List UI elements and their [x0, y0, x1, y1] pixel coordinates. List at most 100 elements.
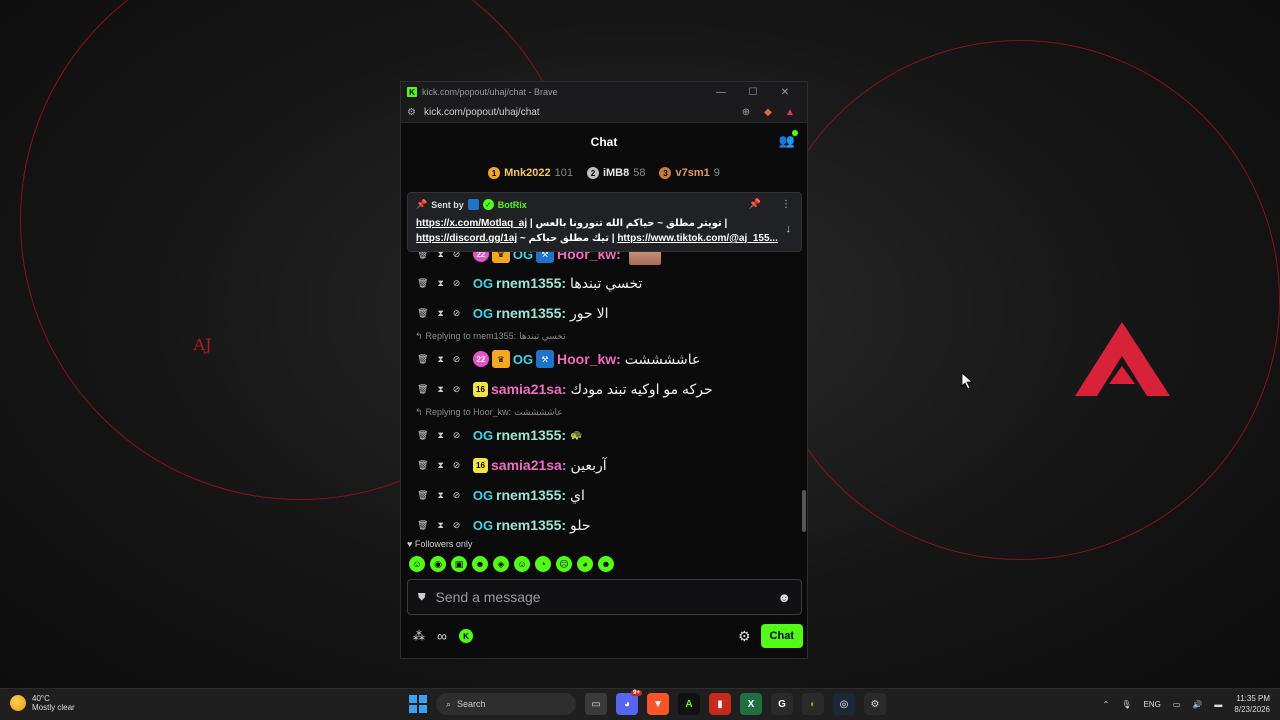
chat-message: 🗑 ⧗ ⊘ 16 samia21sa: آربعين	[401, 450, 801, 480]
brave-rewards-icon[interactable]: ▲	[779, 107, 801, 118]
leaderboard-item[interactable]: 2 iMB8 58	[586, 167, 645, 179]
url-text[interactable]: kick.com/popout/uhaj/chat	[424, 107, 735, 118]
timeout-icon[interactable]: ⧗	[437, 278, 443, 289]
language-indicator[interactable]: ENG	[1144, 700, 1161, 709]
timeout-icon[interactable]: ⧗	[437, 460, 443, 471]
emote-button[interactable]: ☻	[472, 556, 488, 572]
kick-coin-icon[interactable]: K	[458, 629, 473, 643]
timeout-icon[interactable]: ⧗	[437, 430, 443, 441]
clock[interactable]: 11:35 PM 8/23/2026	[1234, 693, 1270, 715]
username[interactable]: rnem1355:	[496, 275, 566, 291]
emote-button[interactable]: ☺	[514, 556, 530, 572]
username[interactable]: rnem1355:	[496, 427, 566, 443]
timeout-icon[interactable]: ⧗	[437, 520, 443, 531]
site-settings-icon[interactable]: ⚙	[407, 107, 416, 118]
ban-icon[interactable]: ⊘	[453, 460, 461, 471]
emote-button[interactable]: ☻	[598, 556, 614, 572]
microphone-icon[interactable]: 🎙	[1121, 700, 1131, 709]
nvidia-icon[interactable]: ◐	[802, 693, 824, 715]
ban-icon[interactable]: ⊘	[453, 278, 461, 289]
send-chat-button[interactable]: Chat	[760, 624, 803, 648]
username[interactable]: rnem1355:	[496, 487, 566, 503]
pinned-link-discord[interactable]: https://discord.gg/1aj	[416, 233, 517, 244]
delete-icon[interactable]: 🗑	[417, 430, 428, 441]
app-icon-g[interactable]: G	[771, 693, 793, 715]
zoom-icon[interactable]: ⊕	[735, 107, 757, 118]
steam-icon[interactable]: ◎	[833, 693, 855, 715]
delete-icon[interactable]: 🗑	[417, 520, 428, 531]
emoji-picker-icon[interactable]: ☻	[777, 590, 791, 605]
message-input[interactable]	[435, 589, 778, 605]
leaderboard-item[interactable]: 1 Mnk2022 101	[488, 167, 573, 179]
app-icon-red[interactable]: ▮	[709, 693, 731, 715]
chat-settings-icon[interactable]: ⚙	[738, 628, 751, 645]
ban-icon[interactable]: ⊘	[453, 430, 461, 441]
chat-message-list[interactable]: 🗑 ⧗ ⊘ 22 ♛ OG ⚒ Hoor_kw: 🗑 ⧗ ⊘ OG rnem1355: …	[401, 242, 801, 534]
pinned-sender[interactable]: BotRix	[498, 200, 527, 210]
delete-icon[interactable]: 🗑	[417, 308, 428, 319]
ban-icon[interactable]: ⊘	[453, 308, 461, 319]
emote-button[interactable]: ◕	[577, 556, 593, 572]
excel-icon[interactable]: X	[740, 693, 762, 715]
emote-button[interactable]: ◉	[430, 556, 446, 572]
chat-scrollbar[interactable]	[802, 490, 806, 532]
kick-points-icon[interactable]: ⁂	[413, 629, 425, 643]
delete-icon[interactable]: 🗑	[417, 354, 428, 365]
delete-icon[interactable]: 🗑	[417, 460, 428, 471]
message-input-box[interactable]: ⛊ ☻	[407, 579, 802, 615]
timeout-icon[interactable]: ⧗	[437, 354, 443, 365]
sub-age-badge: 16	[473, 381, 488, 397]
pinned-link-x[interactable]: https://x.com/Motlaq_aj	[416, 218, 527, 229]
weather-widget[interactable]: 40°C Mostly clear	[10, 694, 75, 712]
more-options-icon[interactable]: ⋮	[781, 199, 791, 210]
bot-badge-icon	[467, 199, 479, 210]
brave-icon[interactable]: ▼	[647, 693, 669, 715]
emote-button[interactable]: ◈	[493, 556, 509, 572]
volume-icon[interactable]: 🔊	[1192, 700, 1202, 709]
chat-users-icon[interactable]: 👥	[779, 130, 798, 149]
shield-icon[interactable]: ⛊	[418, 592, 426, 603]
username[interactable]: rnem1355:	[496, 517, 566, 533]
emote-button[interactable]: ☹	[556, 556, 572, 572]
close-button[interactable]: ✕	[769, 87, 801, 98]
ban-icon[interactable]: ⊘	[453, 384, 461, 395]
username[interactable]: rnem1355:	[496, 305, 566, 321]
ban-icon[interactable]: ⊘	[453, 490, 461, 501]
taskbar-search[interactable]: ⌕ Search	[436, 693, 576, 715]
delete-icon[interactable]: 🗑	[417, 384, 428, 395]
username[interactable]: samia21sa:	[491, 457, 567, 473]
username[interactable]: samia21sa:	[491, 381, 567, 397]
timeout-icon[interactable]: ⧗	[437, 308, 443, 319]
username[interactable]: Hoor_kw:	[557, 351, 621, 367]
chat-message: 🗑 ⧗ ⊘ 16 samia21sa: حركه مو اوكيه تبند مود…	[401, 374, 801, 404]
delete-icon[interactable]: 🗑	[417, 490, 428, 501]
brave-shield-icon[interactable]: ◆	[757, 107, 779, 118]
emote-button[interactable]: ▣	[451, 556, 467, 572]
window-titlebar: K kick.com/popout/uhaj/chat - Brave — ☐ …	[401, 82, 807, 102]
app-icon-a[interactable]: A	[678, 693, 700, 715]
reply-context[interactable]: ↰ Replying to Hoor_kw: عاششششت	[401, 404, 801, 420]
temperature: 40°C	[32, 694, 50, 703]
reply-context[interactable]: ↰ Replying to rnem1355: تخسي تبندها	[401, 328, 801, 344]
chevron-up-icon[interactable]: ⌃	[1103, 700, 1110, 709]
pinned-link-tiktok[interactable]: https://www.tiktok.com/@aj_155...	[617, 233, 778, 244]
minimize-button[interactable]: —	[705, 87, 737, 98]
timeout-icon[interactable]: ⧗	[437, 384, 443, 395]
network-icon[interactable]: ▭	[1173, 700, 1181, 709]
timeout-icon[interactable]: ⧗	[437, 490, 443, 501]
settings-app-icon[interactable]: ⚙	[864, 693, 886, 715]
unpin-icon[interactable]: 📌	[749, 199, 761, 210]
battery-icon[interactable]: ▬	[1214, 700, 1222, 709]
discord-icon[interactable]: ◕ 9+	[616, 690, 642, 715]
ban-icon[interactable]: ⊘	[453, 520, 461, 531]
expand-arrow-icon[interactable]: ↓	[786, 223, 792, 235]
task-view-icon[interactable]: ▭	[585, 693, 607, 715]
address-bar[interactable]: ⚙ kick.com/popout/uhaj/chat ⊕ ◆ ▲	[401, 102, 807, 123]
start-button-icon[interactable]	[409, 695, 427, 713]
maximize-button[interactable]: ☐	[737, 87, 769, 98]
delete-icon[interactable]: 🗑	[417, 278, 428, 289]
emote-button[interactable]: ◔	[535, 556, 551, 572]
emote-button[interactable]: ☺	[409, 556, 425, 572]
leaderboard-item[interactable]: 3 v7sm1 9	[659, 167, 720, 179]
ban-icon[interactable]: ⊘	[453, 354, 461, 365]
